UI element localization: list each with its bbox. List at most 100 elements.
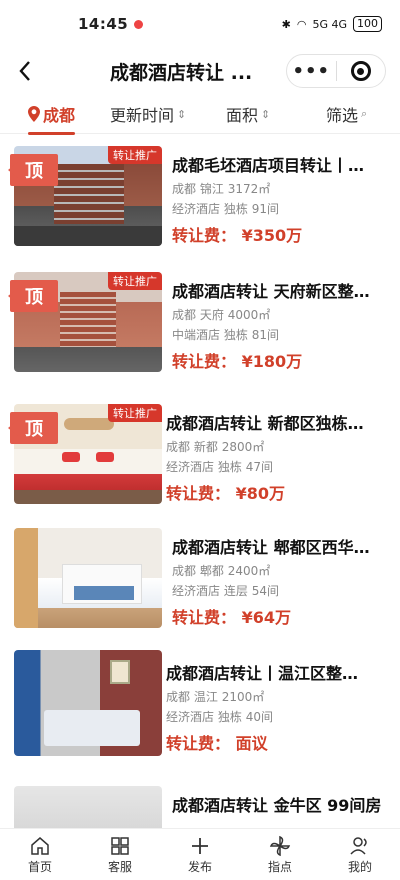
promo-badge: 转让推广 xyxy=(108,404,162,422)
back-arrow-icon[interactable] xyxy=(12,56,38,86)
tab-label: 发布 xyxy=(187,859,212,874)
listing-city: 成都 xyxy=(172,308,197,322)
more-options-button[interactable]: ••• xyxy=(287,61,336,82)
listing-city: 成都 xyxy=(172,564,197,578)
search-icon: ⌕ xyxy=(361,107,368,120)
listing-district: 郫都 xyxy=(199,564,224,578)
listing-hotel-type: 经济酒店 xyxy=(172,202,221,216)
listing-title: 成都酒店转让 郫都区西华… xyxy=(172,538,370,557)
fee-label: 转让费： xyxy=(172,352,237,371)
listing-rooms: 47间 xyxy=(245,460,273,474)
listing-hotel-type: 中端酒店 xyxy=(172,328,221,342)
city-filter-tab[interactable]: 成都 xyxy=(28,102,76,135)
listing-specs: 经济酒店 独栋 47间 xyxy=(166,458,273,475)
bottom-tab-bar: 首页 客服 发布 指点 我的 xyxy=(0,828,400,880)
listing-city: 成都 xyxy=(172,182,197,196)
listing-hotel-type: 经济酒店 xyxy=(172,584,221,598)
listing-fee: 转让费： ¥64万 xyxy=(172,604,291,628)
listing-hotel-type: 经济酒店 xyxy=(166,710,215,724)
listing-title: 成都酒店转让 新都区独栋… xyxy=(166,414,364,433)
listing-location: 成都 新都 2800㎡ xyxy=(166,438,264,455)
listing-rooms: 40间 xyxy=(245,710,273,724)
city-label: 成都 xyxy=(43,106,76,125)
status-time: 14:45 xyxy=(78,15,129,33)
listing-location: 成都 温江 2100㎡ xyxy=(166,688,264,705)
listing-location: 成都 郫都 2400㎡ xyxy=(172,562,270,579)
listing-district: 天府 xyxy=(199,308,224,322)
fee-value: ¥80万 xyxy=(235,484,285,503)
tab-label: 客服 xyxy=(107,859,132,874)
fee-label: 转让费： xyxy=(166,484,231,503)
page-title: 成都酒店转让 ... xyxy=(110,62,253,84)
listing-photo xyxy=(14,528,162,628)
status-bar: 14:45 ✱ ◠ 5G 4G 100 xyxy=(0,0,400,48)
listing-card[interactable]: 成都酒店转让 郫都区西华… 成都 郫都 2400㎡ 经济酒店 连层 54间 转让… xyxy=(0,520,400,640)
update-time-label: 更新时间 xyxy=(110,106,175,125)
listing-building: 独栋 xyxy=(223,328,248,342)
listing-card[interactable]: 转让推广 顶 成都酒店转让 天府新区整… 成都 天府 4000㎡ 中端酒店 独栋… xyxy=(0,264,400,384)
fee-value: ¥180万 xyxy=(241,352,303,371)
listing-size: 4000㎡ xyxy=(227,308,271,322)
listing-fee: 转让费： ¥350万 xyxy=(172,222,302,246)
close-mini-program-button[interactable] xyxy=(337,61,386,81)
listing-city: 成都 xyxy=(166,690,191,704)
listing-city: 成都 xyxy=(166,440,191,454)
listing-rooms: 81间 xyxy=(251,328,279,342)
listing-specs: 中端酒店 独栋 81间 xyxy=(172,326,279,343)
listing-district: 锦江 xyxy=(199,182,224,196)
tab-profile[interactable]: 我的 xyxy=(320,829,400,880)
listing-title: 成都酒店转让丨温江区整… xyxy=(166,664,359,683)
plus-icon xyxy=(192,837,208,854)
top-pinned-badge: 顶 xyxy=(8,280,58,312)
fee-value: ¥350万 xyxy=(241,226,303,245)
network-label: 5G 4G xyxy=(312,17,347,31)
listing-size: 2800㎡ xyxy=(221,440,265,454)
fee-label: 转让费： xyxy=(172,608,237,627)
navigation-bar: 成都酒店转让 ... ••• xyxy=(0,48,400,94)
listing-location: 成都 锦江 3172㎡ xyxy=(172,180,270,197)
area-label: 面积 xyxy=(226,106,259,125)
listing-photo xyxy=(14,650,162,756)
area-sort-tab[interactable]: 面积 ⇕ xyxy=(226,102,270,126)
promo-badge: 转让推广 xyxy=(108,272,162,290)
listing-specs: 经济酒店 独栋 40间 xyxy=(166,708,273,725)
listing-title: 成都酒店转让 天府新区整… xyxy=(172,282,370,301)
tab-label: 我的 xyxy=(347,859,372,874)
listing-hotel-type: 经济酒店 xyxy=(166,460,215,474)
listing-fee: 转让费： 面议 xyxy=(166,730,268,754)
tab-home[interactable]: 首页 xyxy=(0,829,80,880)
tab-publish[interactable]: 发布 xyxy=(160,829,240,880)
top-pinned-badge: 顶 xyxy=(8,154,58,186)
home-icon xyxy=(31,836,49,855)
listing-specs: 经济酒店 连层 54间 xyxy=(172,582,279,599)
listing-size: 3172㎡ xyxy=(227,182,271,196)
listing-fee: 转让费： ¥80万 xyxy=(166,480,285,504)
tab-guide[interactable]: 指点 xyxy=(240,829,320,880)
update-time-sort-tab[interactable]: 更新时间 ⇕ xyxy=(110,102,186,126)
listing-rooms: 54间 xyxy=(251,584,279,598)
top-pinned-badge: 顶 xyxy=(8,412,58,444)
listing-card[interactable]: 转让推广 顶 成都毛坯酒店项目转让丨… 成都 锦江 3172㎡ 经济酒店 独栋 … xyxy=(0,138,400,258)
filter-label: 筛选 xyxy=(326,106,359,125)
mini-program-capsule: ••• xyxy=(286,54,386,88)
listing-building: 独栋 xyxy=(217,460,242,474)
grid-icon xyxy=(111,836,129,855)
listing-photo xyxy=(14,786,162,828)
wifi-icon: ◠ xyxy=(296,17,307,31)
listing-building: 连层 xyxy=(223,584,248,598)
promo-badge: 转让推广 xyxy=(108,146,162,164)
bluetooth-icon: ✱ xyxy=(281,17,291,31)
tab-service[interactable]: 客服 xyxy=(80,829,160,880)
listing-district: 温江 xyxy=(193,690,218,704)
fee-label: 转让费： xyxy=(172,226,237,245)
notification-dot-icon xyxy=(134,19,144,29)
listing-size: 2400㎡ xyxy=(227,564,271,578)
tab-label: 首页 xyxy=(27,859,52,874)
listing-title: 成都毛坯酒店项目转让丨… xyxy=(172,156,365,175)
listing-card[interactable]: 转让推广 顶 成都酒店转让 新都区独栋… 成都 新都 2800㎡ 经济酒店 独栋… xyxy=(0,396,400,516)
sort-arrows-icon: ⇕ xyxy=(261,107,271,121)
listing-card[interactable]: 成都酒店转让丨温江区整… 成都 温江 2100㎡ 经济酒店 独栋 40间 转让费… xyxy=(0,646,400,766)
listing-card[interactable]: 成都酒店转让 金牛区 99间房 xyxy=(0,778,400,828)
fee-label: 转让费： xyxy=(166,734,231,753)
filter-tab[interactable]: 筛选 ⌕ xyxy=(326,102,367,126)
